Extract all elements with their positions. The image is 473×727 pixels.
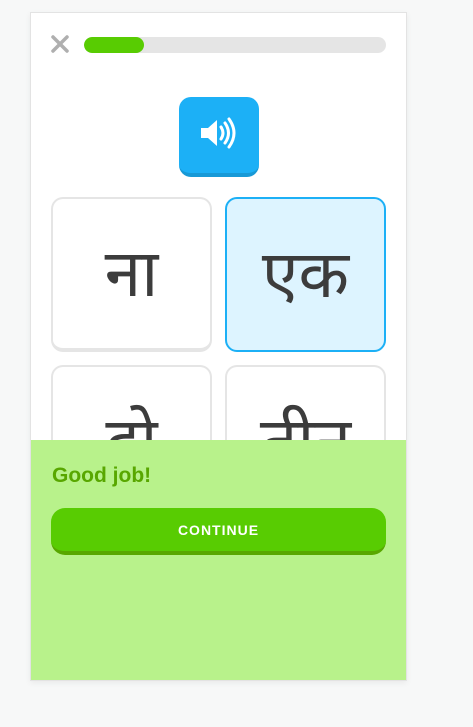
feedback-panel: Good job! CONTINUE (31, 440, 406, 680)
close-icon[interactable] (51, 35, 69, 53)
progress-bar (84, 37, 386, 53)
feedback-title: Good job! (52, 464, 152, 487)
speaker-icon (199, 117, 239, 153)
continue-button[interactable]: CONTINUE (51, 508, 386, 555)
lesson-card: ना एक दो तीन Good job! CONTINUE (30, 12, 407, 681)
progress-fill (84, 37, 145, 53)
play-audio-button[interactable] (179, 97, 259, 177)
choice-card-2[interactable]: एक (225, 197, 386, 352)
choice-card-1[interactable]: ना (51, 197, 212, 352)
